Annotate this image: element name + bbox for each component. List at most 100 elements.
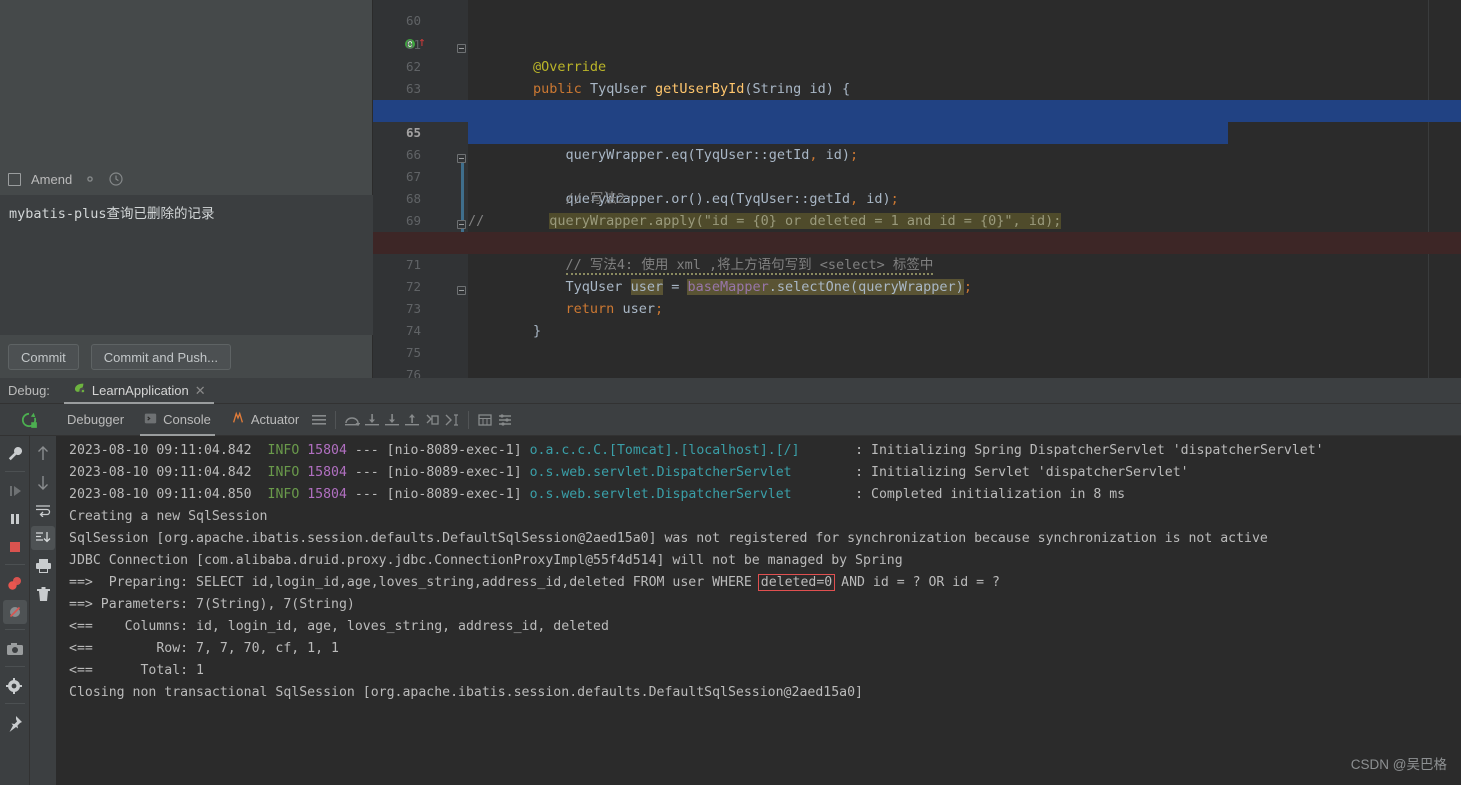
gear-icon[interactable] bbox=[82, 171, 98, 187]
code-line[interactable]: 75 bbox=[373, 320, 1461, 360]
drop-frame-icon[interactable] bbox=[422, 410, 442, 430]
rerun-icon[interactable] bbox=[0, 411, 57, 429]
code-editor[interactable]: O ↑ 60 61 @Override 62 public TyqUser ge… bbox=[373, 0, 1461, 378]
camera-icon[interactable] bbox=[3, 637, 27, 661]
code-line[interactable]: 72 return user; bbox=[373, 254, 1461, 317]
settings-gear-icon[interactable] bbox=[3, 674, 27, 698]
view-breakpoints-icon[interactable] bbox=[3, 572, 27, 596]
code-line[interactable]: 62 public TyqUser getUserById(String id)… bbox=[373, 34, 1461, 97]
log-line: Creating a new SqlSession bbox=[69, 509, 268, 524]
debug-label: Debug: bbox=[8, 383, 50, 398]
soft-wrap-icon[interactable] bbox=[31, 498, 55, 522]
actuator-icon bbox=[231, 411, 245, 428]
log-line: <== Total: 1 bbox=[69, 663, 204, 678]
log-logger: o.a.c.c.C.[Tomcat].[localhost].[/] bbox=[529, 443, 800, 458]
tab-actuator[interactable]: Actuator bbox=[221, 404, 309, 436]
code-line[interactable]: 76 // @SwitchDatasource(DataSourceType.T… bbox=[373, 342, 1461, 378]
code-line[interactable]: 68 // queryWrapper.apply("id = {0} or de… bbox=[373, 166, 1461, 229]
debug-tab-label: LearnApplication bbox=[91, 383, 189, 398]
commit-button[interactable]: Commit bbox=[8, 344, 79, 370]
log-pid: 15804 bbox=[307, 443, 347, 458]
amend-label: Amend bbox=[31, 171, 73, 187]
resume-program-icon[interactable] bbox=[3, 479, 27, 503]
print-icon[interactable] bbox=[31, 554, 55, 578]
scroll-up-icon[interactable] bbox=[31, 442, 55, 466]
log-message: : Initializing Spring DispatcherServlet … bbox=[855, 443, 1324, 458]
scroll-to-end-icon[interactable] bbox=[31, 526, 55, 550]
log-thread: [nio-8089-exec-1] bbox=[386, 465, 522, 480]
stop-icon[interactable] bbox=[3, 535, 27, 559]
mute-breakpoints-icon[interactable] bbox=[2, 600, 27, 624]
code-line[interactable]: 60 bbox=[373, 0, 1461, 28]
log-line: 2023-08-10 09:11:04.842 INFO 15804 --- [… bbox=[69, 440, 1461, 462]
log-sep: --- bbox=[354, 487, 379, 502]
step-out-icon[interactable] bbox=[402, 410, 422, 430]
code-line[interactable]: 74 bbox=[373, 298, 1461, 338]
commit-button-row: Commit Commit and Push... bbox=[0, 344, 373, 378]
debug-sub-toolbar: Debugger Console Actuator bbox=[0, 404, 1461, 436]
debug-run-config-tab[interactable]: LearnApplication ✕ bbox=[63, 378, 214, 404]
code-line[interactable]: 73 } bbox=[373, 276, 1461, 339]
log-sep: --- bbox=[354, 443, 379, 458]
rail-separator bbox=[4, 564, 25, 565]
log-pad bbox=[792, 487, 856, 502]
spring-leaf-icon bbox=[72, 381, 86, 400]
tab-console-label: Console bbox=[163, 412, 211, 427]
sql-prefix: ==> Preparing: SELECT id,login_id,age,lo… bbox=[69, 575, 760, 590]
code-line[interactable]: 67 // 写法2: bbox=[373, 144, 1461, 207]
code-line[interactable]: 69 // 写法3: 使用@Select("select * from user… bbox=[373, 188, 1461, 251]
console-output[interactable]: 2023-08-10 09:11:04.842 INFO 15804 --- [… bbox=[57, 436, 1461, 785]
code-line[interactable]: 70 // 写法4: 使用 xml ,将上方语句写到 <select> 标签中 bbox=[373, 210, 1461, 275]
step-into-icon[interactable] bbox=[362, 410, 382, 430]
code-line-current-execution[interactable]: 71 TyqUser user = baseMapper.selectOne(q… bbox=[373, 232, 1461, 295]
step-over-icon[interactable] bbox=[342, 410, 362, 430]
log-line: 2023-08-10 09:11:04.842 INFO 15804 --- [… bbox=[69, 462, 1461, 484]
debug-tool-window: Debug: LearnApplication ✕ Debugger Conso… bbox=[0, 378, 1461, 785]
rail-separator bbox=[4, 703, 25, 704]
close-icon[interactable]: ✕ bbox=[195, 383, 206, 399]
run-to-cursor-icon[interactable] bbox=[442, 410, 462, 430]
clock-icon[interactable] bbox=[108, 171, 124, 187]
code-line[interactable]: 77 @Override bbox=[373, 364, 1461, 378]
log-pad bbox=[800, 443, 856, 458]
rail-separator bbox=[4, 471, 25, 472]
pause-program-icon[interactable] bbox=[3, 507, 27, 531]
code-line[interactable]: 64 // 写法1: bbox=[373, 78, 1461, 141]
log-timestamp: 2023-08-10 09:11:04.842 bbox=[69, 465, 252, 480]
sql-highlight-deleted: deleted=0 bbox=[757, 574, 836, 591]
tab-debugger-label: Debugger bbox=[67, 412, 125, 427]
log-line: SqlSession [org.apache.ibatis.session.de… bbox=[69, 531, 1268, 546]
tab-actuator-label: Actuator bbox=[250, 412, 300, 427]
console-right-rail bbox=[30, 436, 57, 785]
log-level: INFO bbox=[267, 465, 300, 480]
tab-debugger[interactable]: Debugger bbox=[57, 404, 134, 436]
evaluate-expression-icon[interactable] bbox=[475, 410, 495, 430]
log-line: 2023-08-10 09:11:04.850 INFO 15804 --- [… bbox=[69, 484, 1461, 506]
log-line: <== Columns: id, login_id, age, loves_st… bbox=[69, 619, 609, 634]
code-line[interactable]: 65 queryWrapper.eq(TyqUser::getId, id); bbox=[373, 100, 1461, 163]
code-line[interactable]: 66 queryWrapper.or().eq(TyqUser::getId, … bbox=[373, 122, 1461, 207]
pin-icon[interactable] bbox=[3, 711, 27, 735]
settings-list-icon[interactable] bbox=[495, 410, 515, 430]
commit-message-input[interactable]: mybatis-plus查询已删除的记录 bbox=[0, 195, 373, 335]
log-logger: o.s.web.servlet.DispatcherServlet bbox=[529, 487, 792, 502]
log-line-sql-prepare: ==> Preparing: SELECT id,login_id,age,lo… bbox=[69, 572, 1461, 594]
watermark: CSDN @吴巴格 bbox=[1350, 757, 1447, 772]
tab-console[interactable]: Console bbox=[134, 404, 221, 436]
code-line[interactable]: 61 @Override bbox=[373, 12, 1461, 75]
log-pid: 15804 bbox=[307, 465, 347, 480]
rail-separator bbox=[4, 629, 25, 630]
scroll-down-icon[interactable] bbox=[31, 470, 55, 494]
code-line[interactable]: 63 LambdaQueryWrapper<TyqUser> queryWrap… bbox=[373, 56, 1461, 119]
force-step-into-icon[interactable] bbox=[382, 410, 402, 430]
commit-message-text: mybatis-plus查询已删除的记录 bbox=[9, 206, 215, 222]
console-icon bbox=[144, 412, 157, 428]
log-timestamp: 2023-08-10 09:11:04.842 bbox=[69, 443, 252, 458]
log-line: Closing non transactional SqlSession [or… bbox=[69, 685, 863, 700]
amend-checkbox[interactable] bbox=[8, 172, 21, 186]
trash-icon[interactable] bbox=[31, 582, 55, 606]
layout-icon[interactable] bbox=[309, 410, 329, 430]
wrench-icon[interactable] bbox=[3, 442, 27, 466]
commit-and-push-button[interactable]: Commit and Push... bbox=[90, 344, 231, 370]
log-level: INFO bbox=[267, 487, 300, 502]
